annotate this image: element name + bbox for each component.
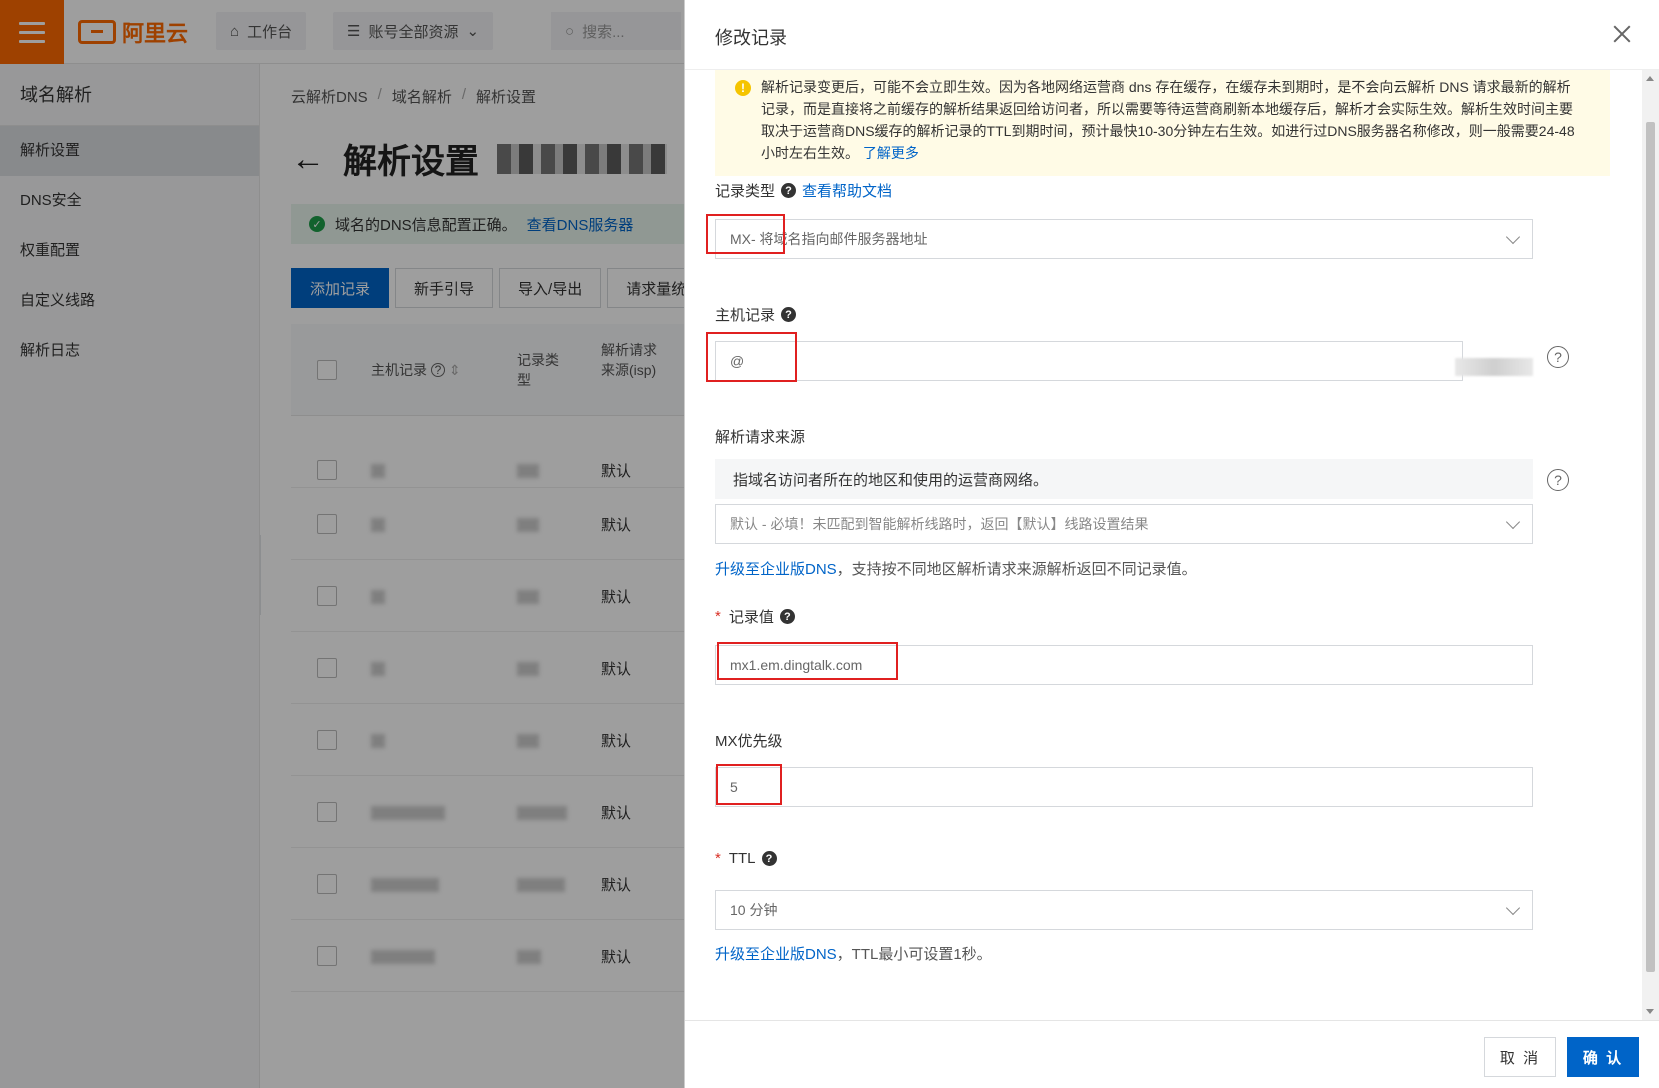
cancel-button[interactable]: 取 消 (1484, 1037, 1556, 1077)
question-icon[interactable]: ? (779, 609, 795, 624)
highlight-box (706, 214, 785, 254)
line-upgrade-hint: 升级至企业版DNS，支持按不同地区解析请求来源解析返回不同记录值。 (715, 558, 1197, 579)
mx-priority-input[interactable]: 5 (715, 767, 1533, 807)
required-mark: * (715, 850, 721, 867)
drawer-scrollbar[interactable] (1642, 70, 1659, 1020)
highlight-box (716, 764, 782, 805)
warning-icon: ! (735, 80, 751, 96)
ttl-label: * TTL ? (715, 850, 777, 867)
help-doc-link[interactable]: 查看帮助文档 (802, 180, 892, 201)
host-record-input[interactable]: @ (715, 341, 1463, 381)
edit-record-drawer: 修改记录 ! 解析记录变更后，可能不会立即生效。因为各地网络运营商 dns 存在… (684, 0, 1659, 1088)
scroll-up-icon[interactable] (1646, 76, 1654, 81)
line-hint: 指域名访问者所在的地区和使用的运营商网络。 (715, 459, 1533, 499)
question-circle-icon[interactable]: ? (1547, 469, 1569, 491)
chevron-down-icon (1505, 514, 1521, 530)
record-value-label-text: 记录值 (728, 609, 774, 626)
modal-overlay[interactable] (0, 0, 684, 1088)
ttl-upgrade-hint: 升级至企业版DNS，TTL最小可设置1秒。 (715, 943, 992, 964)
upgrade-enterprise-link[interactable]: 升级至企业版DNS (715, 946, 837, 963)
scroll-thumb[interactable] (1646, 122, 1655, 972)
close-icon[interactable] (1610, 22, 1634, 46)
mx-priority-label: MX优先级 (715, 730, 783, 751)
drawer-footer: 取 消 确 认 (685, 1020, 1659, 1088)
question-icon[interactable]: ? (781, 307, 797, 322)
highlight-box (706, 332, 797, 382)
chevron-down-icon (1505, 229, 1521, 245)
line-value: 默认 - 必填！未匹配到智能解析线路时，返回【默认】线路设置结果 (730, 516, 1149, 532)
chevron-down-icon (1505, 900, 1521, 916)
cache-warning: ! 解析记录变更后，可能不会立即生效。因为各地网络运营商 dns 存在缓存，在缓… (715, 70, 1610, 176)
required-mark: * (715, 608, 721, 625)
confirm-button[interactable]: 确 认 (1567, 1037, 1639, 1077)
ttl-label-text: TTL (728, 850, 756, 867)
record-type-label: 记录类型 ? 查看帮助文档 (715, 180, 892, 201)
masked-domain-suffix (1455, 358, 1533, 376)
scroll-down-icon[interactable] (1646, 1009, 1654, 1014)
drawer-body: ! 解析记录变更后，可能不会立即生效。因为各地网络运营商 dns 存在缓存，在缓… (685, 70, 1643, 1020)
drawer-title: 修改记录 (715, 28, 787, 48)
record-value-label: * 记录值 ? (715, 606, 795, 627)
highlight-box (717, 642, 898, 680)
line-label: 解析请求来源 (715, 426, 805, 447)
upgrade-hint-text: ，支持按不同地区解析请求来源解析返回不同记录值。 (836, 561, 1197, 578)
line-select[interactable]: 默认 - 必填！未匹配到智能解析线路时，返回【默认】线路设置结果 (715, 504, 1533, 544)
question-icon[interactable]: ? (761, 851, 777, 866)
question-circle-icon[interactable]: ? (1547, 346, 1569, 368)
ttl-value: 10 分钟 (730, 902, 778, 918)
ttl-hint-text: ，TTL最小可设置1秒。 (836, 946, 992, 963)
ttl-select[interactable]: 10 分钟 (715, 890, 1533, 930)
record-type-select[interactable]: MX- 将域名指向邮件服务器地址 (715, 219, 1533, 259)
question-icon[interactable]: ? (781, 183, 797, 198)
host-record-label-text: 主机记录 (715, 307, 776, 324)
drawer-header: 修改记录 (685, 0, 1659, 70)
mx-priority-label-text: MX优先级 (715, 733, 783, 750)
record-type-label-text: 记录类型 (715, 183, 776, 200)
upgrade-enterprise-link[interactable]: 升级至企业版DNS (715, 561, 837, 578)
line-label-text: 解析请求来源 (715, 429, 806, 446)
learn-more-link[interactable]: 了解更多 (863, 145, 919, 161)
host-record-label: 主机记录 ? (715, 304, 797, 325)
